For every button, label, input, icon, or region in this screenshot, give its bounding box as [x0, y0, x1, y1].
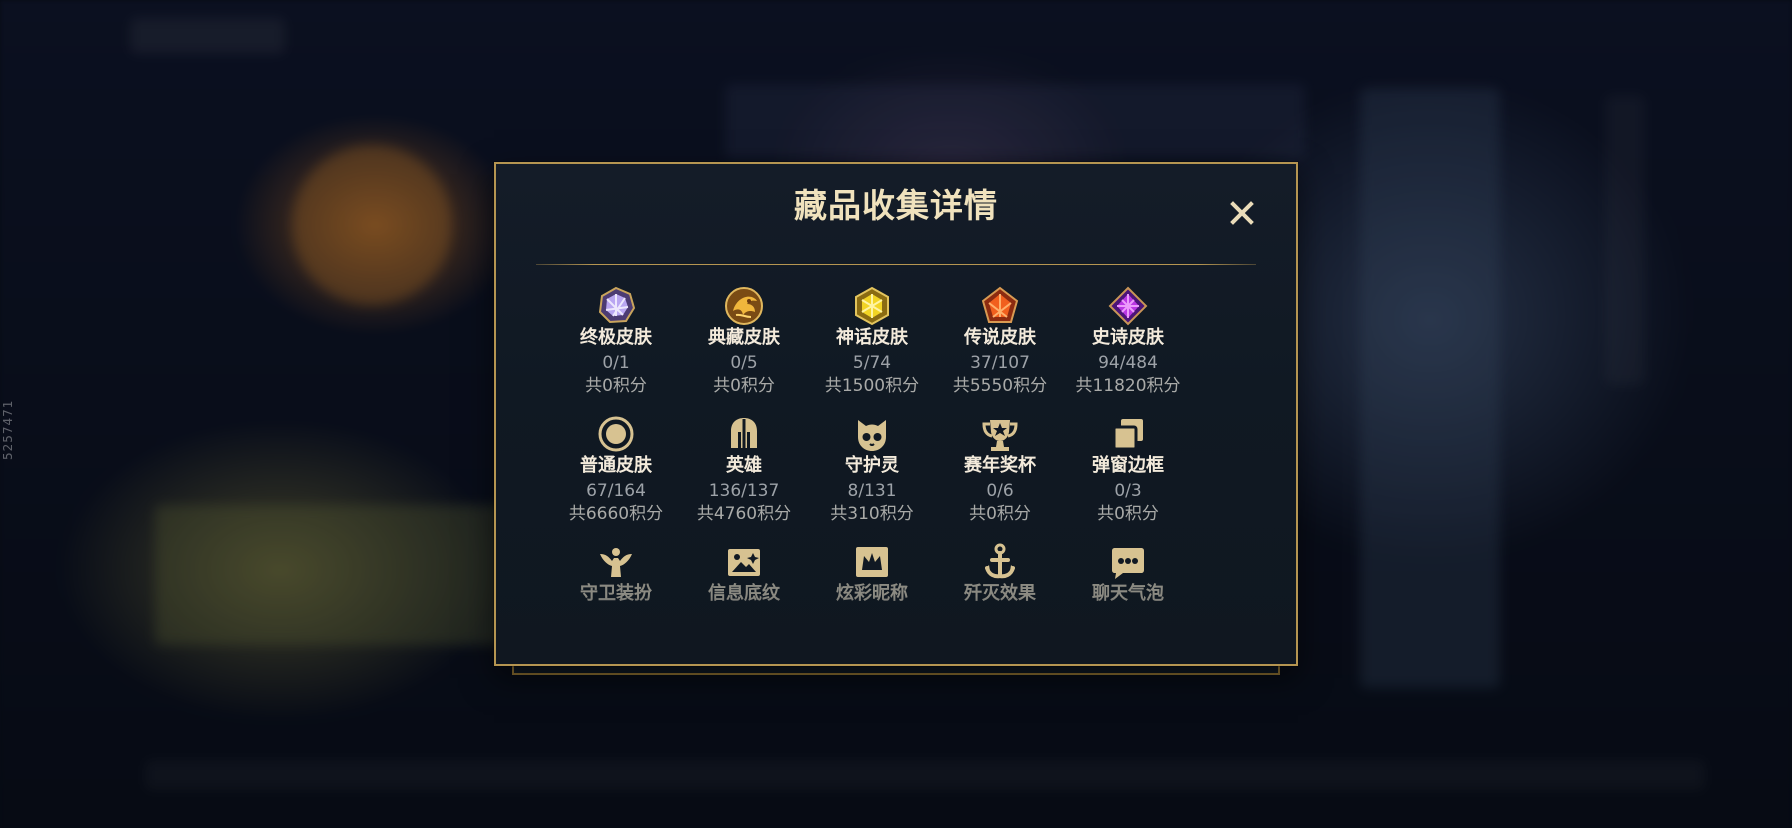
item-points: 共0积分: [969, 504, 1031, 524]
item-points: 共1500积分: [824, 376, 920, 396]
blurred-side-menu: [1605, 95, 1645, 385]
info-background-icon: [728, 549, 760, 576]
ultimate-skin-icon: [598, 286, 636, 324]
collection-item-colorful-nickname[interactable]: 炫彩昵称: [812, 542, 932, 608]
collection-item-normal-skin[interactable]: 普通皮肤 67/164 共6660积分: [556, 414, 676, 534]
collection-skin-icon: [725, 287, 763, 325]
blurred-profile-panel: [155, 505, 545, 645]
item-title: 守护灵: [845, 455, 899, 476]
legendary-skin-icon: [981, 286, 1019, 323]
close-icon: [1230, 201, 1254, 225]
blurred-page-title: [130, 18, 285, 54]
item-points: 共0积分: [585, 376, 647, 396]
item-count: 37/107: [970, 353, 1030, 373]
item-count: 0/1: [602, 353, 630, 373]
collection-item-hero[interactable]: 英雄 136/137 共4760积分: [684, 414, 804, 534]
item-points: 共0积分: [1097, 504, 1159, 524]
item-points: 共11820积分: [1075, 376, 1181, 396]
collection-item-info-background[interactable]: 信息底纹: [684, 542, 804, 608]
collection-item-legendary-skin[interactable]: 传说皮肤 37/107 共5550积分: [940, 286, 1060, 406]
trophy-icon: [982, 420, 1018, 451]
item-title: 聊天气泡: [1092, 583, 1164, 604]
guardian-outfit-icon: [600, 548, 632, 577]
normal-skin-icon: [598, 416, 634, 452]
item-title: 终极皮肤: [580, 327, 652, 348]
blurred-right-gallery: [1360, 88, 1500, 688]
item-count: 94/484: [1098, 353, 1158, 373]
item-count: 8/131: [847, 481, 897, 501]
item-title: 传说皮肤: [964, 327, 1036, 348]
guardian-spirit-icon: [858, 420, 886, 451]
item-points: 共310积分: [830, 504, 914, 524]
chat-bubble-icon: [1112, 548, 1144, 579]
collection-item-ultimate-skin[interactable]: 终极皮肤 0/1 共0积分: [556, 286, 676, 406]
blurred-profile-emblem: [292, 145, 452, 305]
title-divider: [536, 264, 1256, 265]
item-points: 共5550积分: [952, 376, 1048, 396]
collection-item-guardian-outfit[interactable]: 守卫装扮: [556, 542, 676, 608]
collection-item-collection-skin[interactable]: 典藏皮肤 0/5 共0积分: [684, 286, 804, 406]
item-count: 67/164: [586, 481, 646, 501]
collection-grid: 终极皮肤 0/1 共0积分 典藏皮肤 0/5 共0积分 神话皮肤 5/74 共1…: [556, 286, 1236, 646]
item-title: 歼灭效果: [964, 583, 1036, 604]
item-title: 神话皮肤: [836, 327, 908, 348]
item-count: 0/6: [986, 481, 1014, 501]
item-count: 0/5: [730, 353, 758, 373]
epic-skin-icon: [1108, 286, 1148, 326]
modal-title: 藏品收集详情: [794, 186, 998, 225]
collection-item-guardian-spirit[interactable]: 守护灵 8/131 共310积分: [812, 414, 932, 534]
mythic-skin-icon: [855, 286, 889, 326]
collection-item-popup-frame[interactable]: 弹窗边框 0/3 共0积分: [1068, 414, 1188, 534]
side-code-text: 5257471: [1, 399, 15, 460]
item-title: 守卫装扮: [580, 583, 652, 604]
close-button[interactable]: [1226, 197, 1258, 229]
item-count: 0/3: [1114, 481, 1142, 501]
blurred-bottom-bar: [145, 760, 1705, 790]
item-title: 典藏皮肤: [708, 327, 780, 348]
item-title: 史诗皮肤: [1092, 327, 1164, 348]
annihilation-effect-icon: [985, 543, 1015, 579]
popup-frame-icon: [1112, 419, 1143, 451]
item-title: 普通皮肤: [580, 455, 652, 476]
collection-item-mythic-skin[interactable]: 神话皮肤 5/74 共1500积分: [812, 286, 932, 406]
item-title: 炫彩昵称: [836, 583, 908, 604]
collection-details-modal: 藏品收集详情 终极皮肤 0/1 共0积分 典藏皮肤 0/5 共0积分 神话皮肤 …: [494, 162, 1298, 666]
collection-item-epic-skin[interactable]: 史诗皮肤 94/484 共11820积分: [1068, 286, 1188, 406]
collection-item-season-trophy[interactable]: 赛年奖杯 0/6 共0积分: [940, 414, 1060, 534]
collection-item-annihilation-effect[interactable]: 歼灭效果: [940, 542, 1060, 608]
blurred-top-thumbnails: [725, 84, 1305, 159]
item-points: 共6660积分: [568, 504, 664, 524]
item-count: 136/137: [708, 481, 780, 501]
item-points: 共4760积分: [696, 504, 792, 524]
hero-helmet-icon: [731, 418, 757, 448]
item-count: 5/74: [852, 353, 892, 373]
colorful-nickname-icon: [856, 547, 888, 577]
item-title: 弹窗边框: [1092, 455, 1164, 476]
item-title: 信息底纹: [708, 583, 780, 604]
item-title: 赛年奖杯: [964, 455, 1036, 476]
collection-item-chat-bubble[interactable]: 聊天气泡: [1068, 542, 1188, 608]
item-points: 共0积分: [713, 376, 775, 396]
item-title: 英雄: [726, 455, 762, 476]
